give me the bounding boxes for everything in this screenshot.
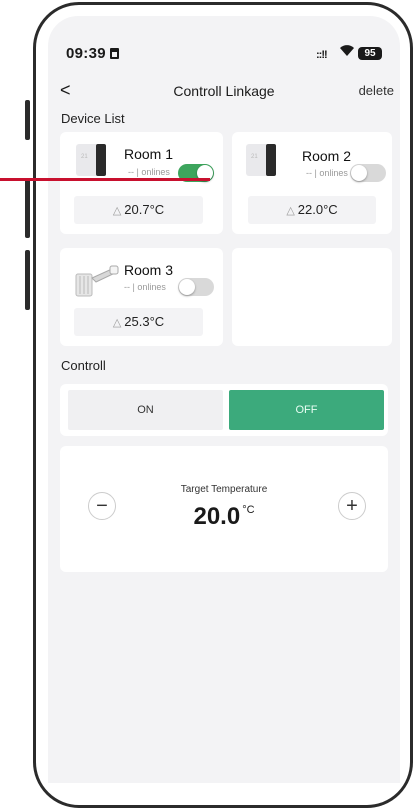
annotation-pointer-line	[0, 178, 210, 181]
radiator-valve-icon	[74, 264, 120, 304]
temperature-text: 25.3°C	[124, 314, 165, 329]
phone-side-button	[25, 250, 30, 310]
phone-side-button	[25, 178, 30, 238]
room-card-1[interactable]: 21 Room 1 -- | onlines △ 20.7°C	[60, 132, 223, 234]
increase-button[interactable]: +	[338, 492, 366, 520]
room-temperature: △ 25.3°C	[74, 308, 203, 336]
page-title: Controll Linkage	[173, 83, 275, 99]
room-toggle[interactable]	[350, 164, 386, 182]
thermostat-icon: 21	[244, 140, 284, 180]
phone-side-button	[25, 100, 30, 140]
room-name: Room 2	[302, 148, 352, 164]
signal-icon: ::!!	[316, 49, 328, 61]
svg-text:21: 21	[81, 154, 88, 160]
off-button[interactable]: OFF	[229, 390, 384, 430]
target-value-text: 20.0	[193, 503, 241, 530]
room-status: -- | onlines	[128, 167, 170, 177]
empty-device-slot	[232, 248, 392, 346]
temperature-text: 22.0°C	[297, 202, 338, 217]
status-bar: 09:39 ::!! 95	[48, 16, 400, 76]
battery-icon: 95	[358, 47, 382, 60]
room-name: Room 1	[124, 146, 174, 162]
room-temperature: △ 20.7°C	[74, 196, 203, 224]
target-temperature-card: − Target Temperature 20.0 °C +	[60, 446, 388, 572]
calendar-icon	[109, 48, 119, 59]
svg-text:21: 21	[251, 154, 258, 160]
on-button[interactable]: ON	[68, 390, 223, 430]
room-toggle[interactable]	[178, 278, 214, 296]
controll-heading: Controll	[61, 358, 106, 373]
control-card: ON OFF	[60, 384, 388, 436]
room-card-2[interactable]: 21 Room 2 -- | onlines △ 22.0°C	[232, 132, 392, 234]
room-status: -- | onlines	[124, 282, 166, 292]
time-text: 09:39	[66, 45, 106, 62]
wifi-icon	[339, 44, 355, 60]
toggle-knob	[351, 165, 367, 181]
room-temperature: △ 22.0°C	[248, 196, 376, 224]
temperature-text: 20.7°C	[124, 202, 165, 217]
thermometer-icon: △	[112, 317, 122, 329]
thermostat-icon: 21	[74, 140, 114, 180]
status-time: 09:39	[66, 45, 119, 62]
app-screen: 09:39 ::!! 95 < Controll Linkage delete …	[48, 16, 400, 783]
delete-button[interactable]: delete	[359, 83, 394, 98]
target-temperature-label: Target Temperature	[180, 484, 268, 495]
thermometer-icon: △	[286, 205, 295, 217]
toggle-knob	[179, 279, 195, 295]
nav-bar: < Controll Linkage delete	[48, 80, 400, 106]
thermometer-icon: △	[112, 205, 122, 217]
room-card-3[interactable]: Room 3 -- | onlines △ 25.3°C	[60, 248, 223, 346]
device-list-heading: Device List	[61, 111, 125, 126]
target-unit: °C	[242, 504, 255, 516]
room-name: Room 3	[124, 262, 174, 278]
room-status: -- | onlines	[306, 168, 348, 178]
